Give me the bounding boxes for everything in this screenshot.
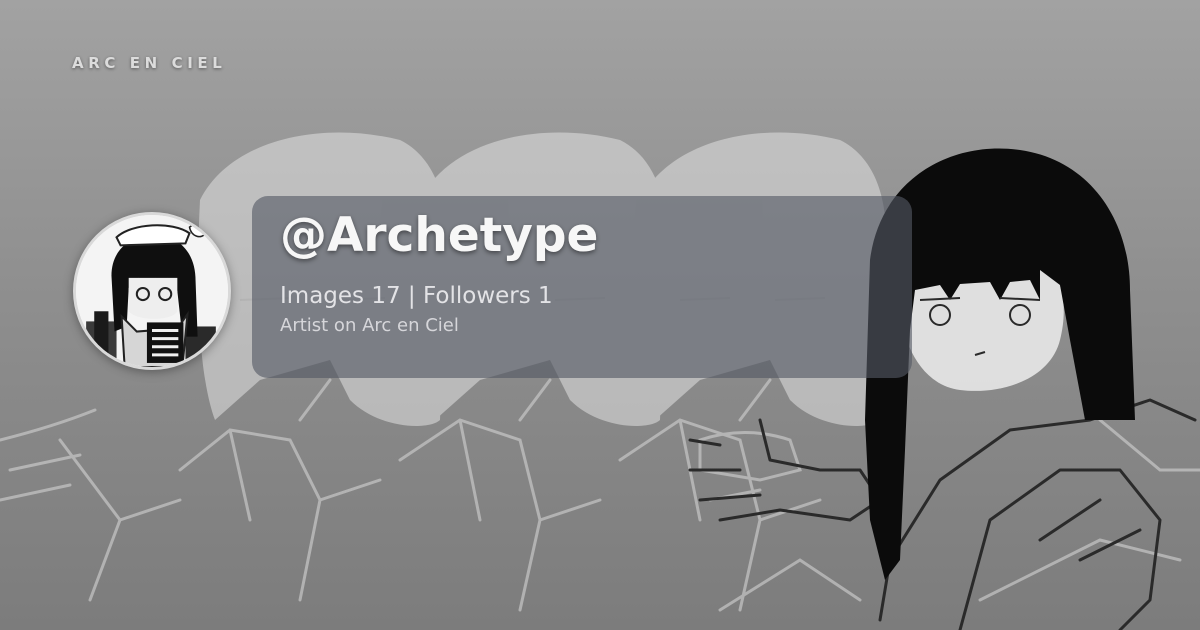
profile-info-card: @Archetype Images 17 | Followers 1 Artis… bbox=[252, 196, 912, 378]
character-avatar-image bbox=[76, 215, 228, 367]
stats-separator: | bbox=[407, 283, 416, 309]
username-heading: @Archetype bbox=[280, 208, 599, 263]
brand-logo-text[interactable]: ARC EN CIEL bbox=[72, 54, 226, 72]
images-count: 17 bbox=[371, 283, 401, 309]
profile-subtitle: Artist on Arc en Ciel bbox=[280, 315, 459, 336]
avatar[interactable] bbox=[73, 212, 231, 370]
followers-label: Followers bbox=[422, 283, 531, 309]
followers-count: 1 bbox=[538, 283, 553, 309]
profile-stats: Images 17 | Followers 1 bbox=[280, 281, 912, 311]
images-label: Images bbox=[280, 283, 365, 309]
